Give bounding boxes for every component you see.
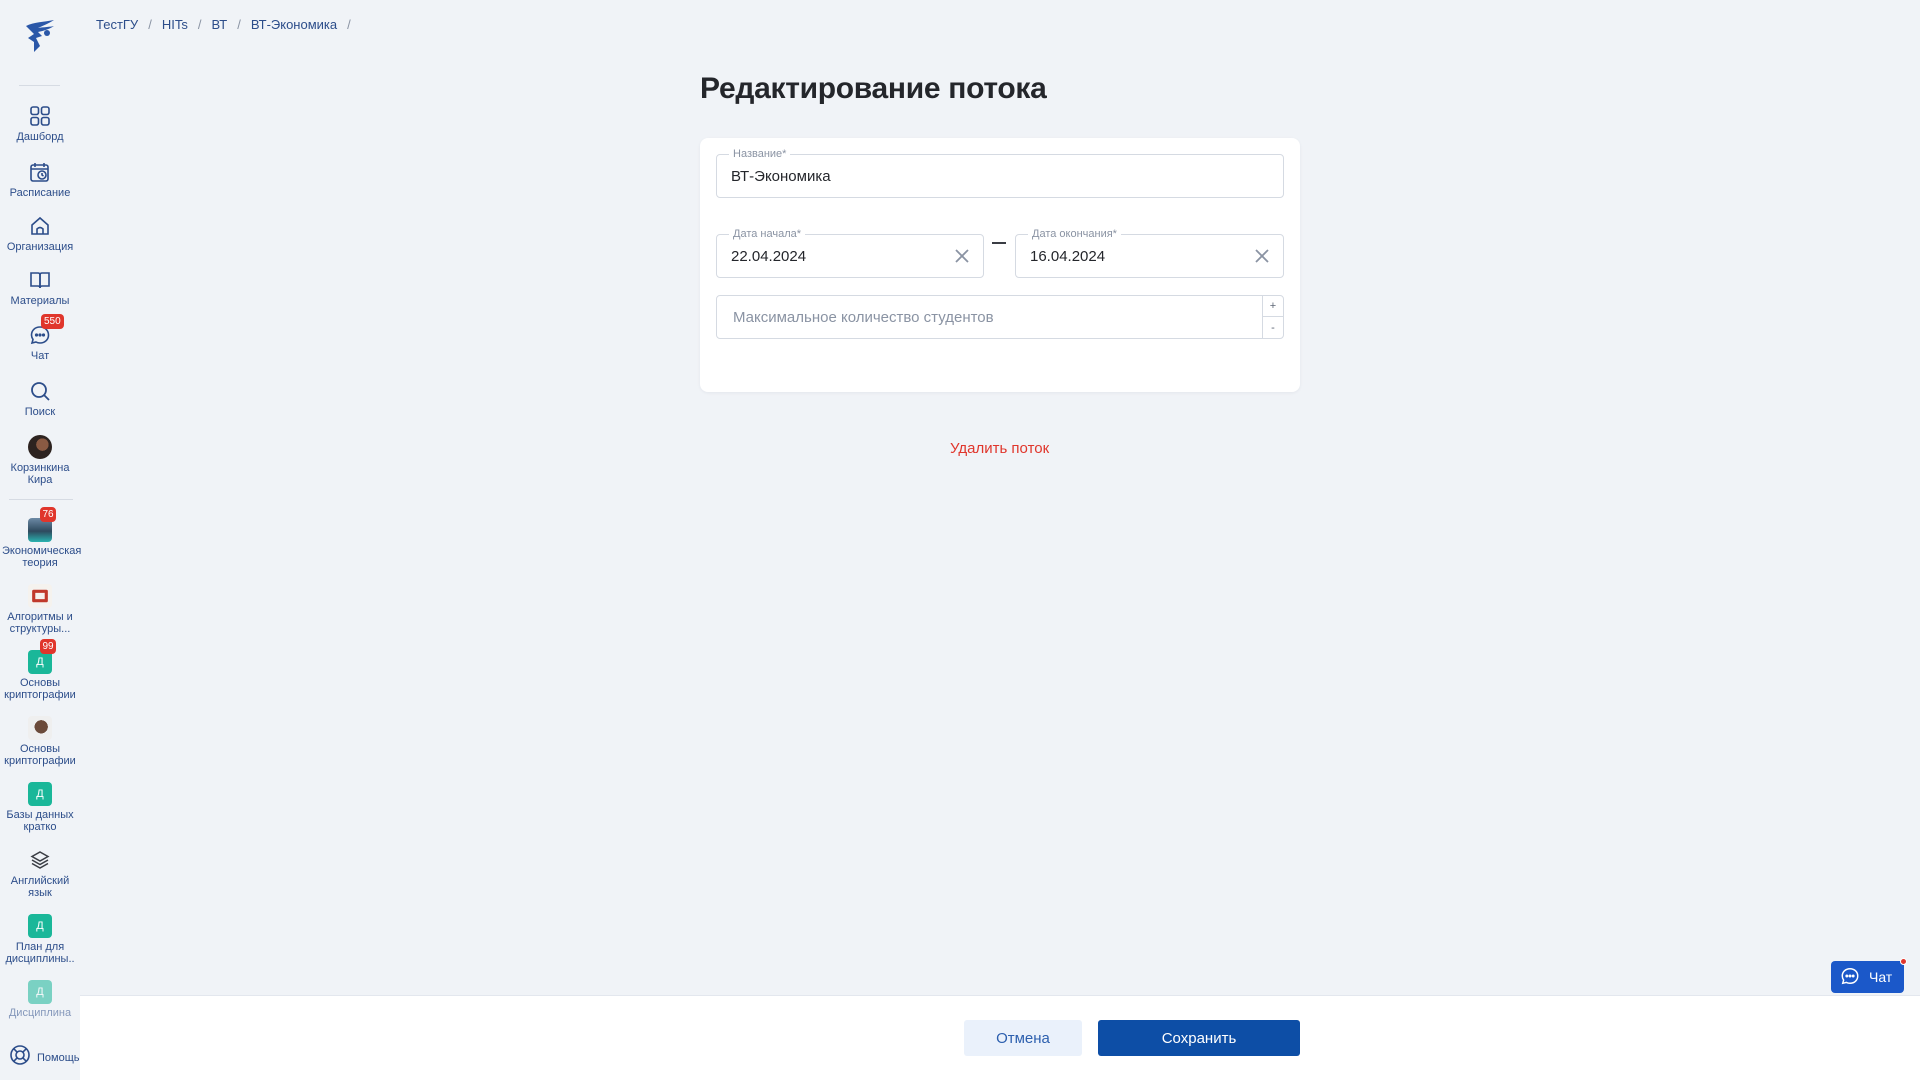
sidebar-course-economic-theory[interactable]: 76 Экономическая теория [0, 507, 82, 569]
sidebar-divider [9, 499, 73, 500]
university-logo[interactable] [20, 16, 60, 56]
home-icon [27, 213, 53, 239]
name-field[interactable]: Название* ВТ-Экономика [716, 147, 1284, 198]
course-thumb-wrapper: Д [27, 781, 53, 807]
sidebar-course-label: План для дисциплины.. [5, 941, 75, 965]
sidebar-item-label: Дашборд [16, 131, 64, 143]
sidebar-course-algorithms[interactable]: Алгоритмы и структуры... [0, 583, 80, 635]
search-icon [27, 378, 53, 404]
end-date-value[interactable]: 16.04.2024 [1030, 235, 1105, 277]
dashboard-icon [27, 103, 53, 129]
chat-icon: 550 [27, 314, 64, 348]
sidebar-course-databases[interactable]: Д Базы данных кратко [0, 781, 80, 833]
layers-icon [27, 847, 53, 873]
sidebar-item-chat[interactable]: 550 Чат [0, 314, 80, 362]
course-initial-tile: Д [28, 980, 52, 1004]
breadcrumb-item[interactable]: ТестГУ [96, 17, 138, 32]
stepper-decrement-button[interactable]: - [1263, 317, 1283, 338]
chat-bubble-icon [1840, 966, 1860, 989]
sidebar-divider [19, 85, 60, 86]
course-thumb-wrapper: Д [27, 913, 53, 939]
sidebar-course-label: Основы криптографии [4, 677, 76, 701]
stream-form-card: Название* ВТ-Экономика Дата начала* 22.0… [700, 138, 1300, 392]
max-students-placeholder[interactable]: Максимальное количество студентов [733, 296, 994, 338]
sidebar-item-schedule[interactable]: Расписание [0, 159, 80, 199]
course-thumb-wrapper [27, 583, 53, 609]
course-initial-tile: Д [28, 914, 52, 938]
sidebar-item-label: Чат [30, 350, 50, 362]
course-thumb-wrapper: 76 [27, 507, 56, 543]
breadcrumb-item[interactable]: ВТ-Экономика [251, 17, 337, 32]
sidebar-course-label: Основы криптографии [4, 743, 76, 767]
sidebar-item-label: Материалы [10, 295, 70, 307]
breadcrumb-separator: / [237, 17, 241, 32]
delete-stream-button[interactable]: Удалить поток [950, 440, 1049, 457]
unread-badge: 99 [40, 639, 56, 654]
save-button[interactable]: Сохранить [1098, 1020, 1300, 1056]
clear-start-date-icon[interactable] [951, 245, 973, 267]
sidebar-item-materials[interactable]: Материалы [0, 267, 80, 307]
sidebar-course-label: Дисциплина [8, 1007, 72, 1019]
quantity-stepper: + - [1262, 296, 1283, 338]
sidebar-item-label: Расписание [9, 187, 71, 199]
breadcrumb: ТестГУ / HITs / ВТ / ВТ-Экономика / [96, 17, 361, 32]
page-title: Редактирование потока [700, 72, 1047, 105]
course-thumb-wrapper: Д 99 [27, 639, 56, 675]
chat-widget-label: Чат [1869, 969, 1893, 985]
date-range-dash [992, 242, 1006, 244]
unread-badge: 76 [40, 507, 56, 522]
sidebar-course-label: Экономическая теория [2, 545, 82, 569]
sidebar-course-crypto-2[interactable]: Основы криптографии [0, 715, 80, 767]
course-thumbnail [28, 584, 52, 608]
sidebar-course-crypto-1[interactable]: Д 99 Основы криптографии [0, 639, 80, 701]
name-field-value[interactable]: ВТ-Экономика [731, 155, 831, 197]
lifebuoy-icon [9, 1044, 31, 1071]
breadcrumb-separator: / [197, 17, 202, 32]
unread-badge: 550 [41, 314, 64, 329]
course-thumb-wrapper: Д [27, 979, 53, 1005]
sidebar-course-label: Алгоритмы и структуры... [7, 611, 73, 635]
sidebar-item-label: Организация [6, 241, 74, 253]
sidebar-item-dashboard[interactable]: Дашборд [0, 103, 80, 143]
start-date-value[interactable]: 22.04.2024 [731, 235, 806, 277]
breadcrumb-item[interactable]: HITs [162, 17, 188, 32]
cancel-button[interactable]: Отмена [964, 1020, 1082, 1056]
sidebar-item-profile[interactable]: Корзинкина Кира [0, 434, 80, 486]
course-thumbnail [28, 716, 52, 740]
breadcrumb-separator: / [148, 17, 152, 32]
breadcrumb-separator: / [347, 17, 351, 32]
sidebar-course-label: Базы данных кратко [6, 809, 74, 833]
avatar-wrapper [27, 434, 53, 460]
sidebar-item-label: Поиск [24, 406, 56, 418]
sidebar-course-english[interactable]: Английский язык [0, 847, 80, 899]
sidebar-course-label: Английский язык [10, 875, 70, 899]
sidebar: Дашборд Расписание Организация Материалы… [0, 0, 82, 1080]
sidebar-item-organization[interactable]: Организация [0, 213, 80, 253]
course-thumb-wrapper [27, 715, 53, 741]
sidebar-course-discipline[interactable]: Д Дисциплина [0, 979, 80, 1019]
course-initial-tile: Д [28, 782, 52, 806]
avatar [28, 435, 52, 459]
end-date-field[interactable]: Дата окончания* 16.04.2024 [1015, 227, 1284, 278]
sidebar-item-search[interactable]: Поиск [0, 378, 80, 418]
help-button[interactable]: Помощь [9, 1044, 80, 1071]
sidebar-item-label: Корзинкина Кира [10, 462, 70, 486]
sidebar-course-plan[interactable]: Д План для дисциплины.. [0, 913, 80, 965]
help-label: Помощь [37, 1051, 80, 1064]
stepper-increment-button[interactable]: + [1263, 296, 1283, 317]
notification-dot [1900, 958, 1907, 965]
clear-end-date-icon[interactable] [1251, 245, 1273, 267]
calendar-icon [27, 159, 53, 185]
chat-widget-button[interactable]: Чат [1831, 958, 1907, 993]
book-icon [27, 267, 53, 293]
breadcrumb-item[interactable]: ВТ [211, 17, 227, 32]
start-date-field[interactable]: Дата начала* 22.04.2024 [716, 227, 984, 278]
max-students-field[interactable]: Максимальное количество студентов + - [716, 295, 1284, 339]
